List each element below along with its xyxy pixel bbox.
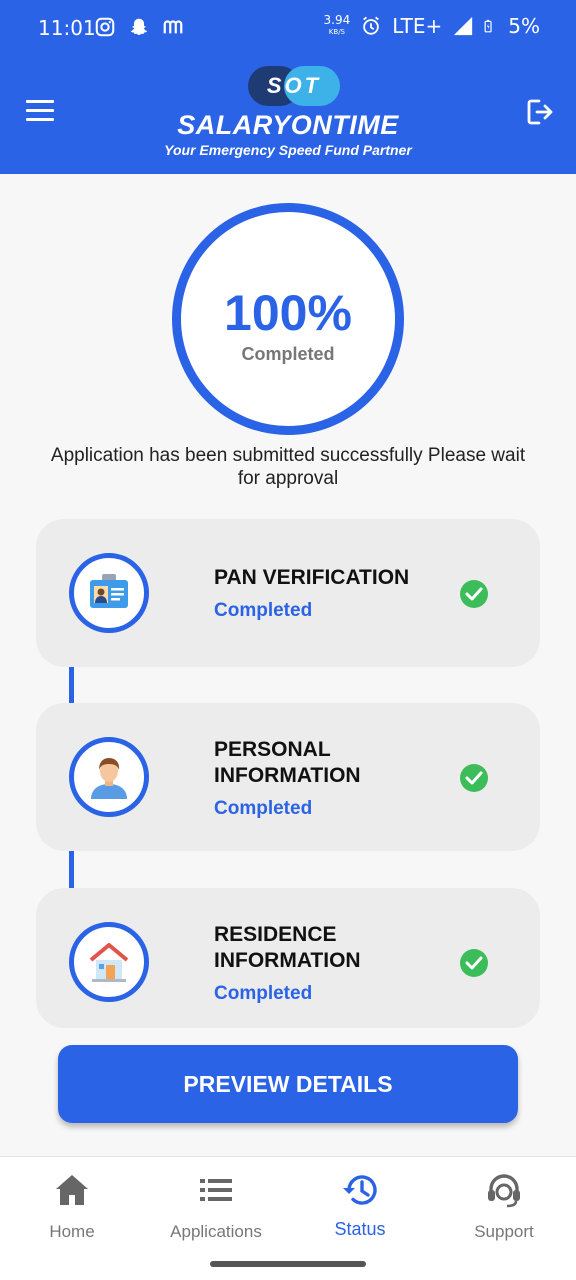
net-speed: 3.94 KB/S	[323, 13, 351, 36]
nav-label: Applications	[170, 1222, 262, 1241]
history-icon	[343, 1175, 377, 1205]
house-icon	[89, 943, 129, 982]
progress-label: Completed	[241, 344, 335, 364]
preview-details-button[interactable]: PREVIEW DETAILS	[58, 1045, 518, 1123]
step-status: Completed	[214, 798, 313, 819]
check-icon	[460, 764, 488, 792]
step-connector	[69, 667, 74, 703]
person-icon	[91, 758, 127, 799]
list-icon	[200, 1179, 232, 1201]
step-icon-circle	[69, 553, 149, 633]
check-icon	[460, 580, 488, 608]
battery-level: 5%	[508, 14, 540, 38]
step-card-pan[interactable]: PAN VERIFICATION Completed	[36, 519, 540, 667]
submission-message: Application has been submitted successfu…	[50, 445, 526, 489]
home-indicator[interactable]	[210, 1261, 366, 1267]
nav-status[interactable]: Status	[288, 1171, 432, 1240]
messenger-m-icon	[163, 20, 183, 34]
step-card-personal[interactable]: PERSONAL INFORMATION Completed	[36, 703, 540, 851]
nav-label: Status	[334, 1219, 386, 1239]
network-type: LTE+	[392, 14, 443, 38]
app-header: 11:01 3.94 KB/S LTE+ 5% SOT SALARYONTIME	[0, 0, 576, 174]
step-title: PAN VERIFICATION	[214, 566, 410, 589]
step-title: PERSONAL INFORMATION	[214, 738, 361, 787]
step-card-residence[interactable]: RESIDENCE INFORMATION Completed	[36, 888, 540, 1028]
id-card-icon	[90, 574, 128, 608]
alarm-icon	[363, 16, 380, 35]
step-title: RESIDENCE INFORMATION	[214, 923, 361, 972]
nav-label: Support	[474, 1222, 534, 1241]
step-status: Completed	[214, 600, 313, 621]
logo-badge: SOT	[248, 66, 340, 106]
step-status: Completed	[214, 983, 313, 1004]
home-icon	[56, 1175, 88, 1205]
nav-applications[interactable]: Applications	[144, 1171, 288, 1242]
status-time: 11:01	[38, 16, 96, 40]
progress-value: 100%	[224, 285, 352, 341]
progress-ring: 100% Completed	[172, 203, 404, 435]
nav-home[interactable]: Home	[0, 1171, 144, 1242]
battery-icon	[484, 19, 492, 33]
logout-icon[interactable]	[524, 96, 556, 128]
step-icon-circle	[69, 922, 149, 1002]
step-connector	[69, 851, 74, 888]
check-icon	[460, 949, 488, 977]
bottom-navigation: Home Applications Status Support	[0, 1156, 576, 1280]
status-bar: 11:01 3.94 KB/S LTE+ 5%	[0, 0, 576, 56]
hamburger-icon	[26, 100, 54, 103]
nav-support[interactable]: Support	[432, 1171, 576, 1242]
brand-tagline: Your Emergency Speed Fund Partner	[164, 142, 412, 158]
nav-label: Home	[49, 1222, 95, 1241]
signal-icon	[454, 16, 473, 36]
snapchat-icon	[130, 18, 148, 36]
brand-name: SALARYONTIME	[177, 110, 399, 140]
step-icon-circle	[69, 737, 149, 817]
instagram-icon	[95, 17, 115, 37]
headset-icon	[488, 1174, 520, 1208]
